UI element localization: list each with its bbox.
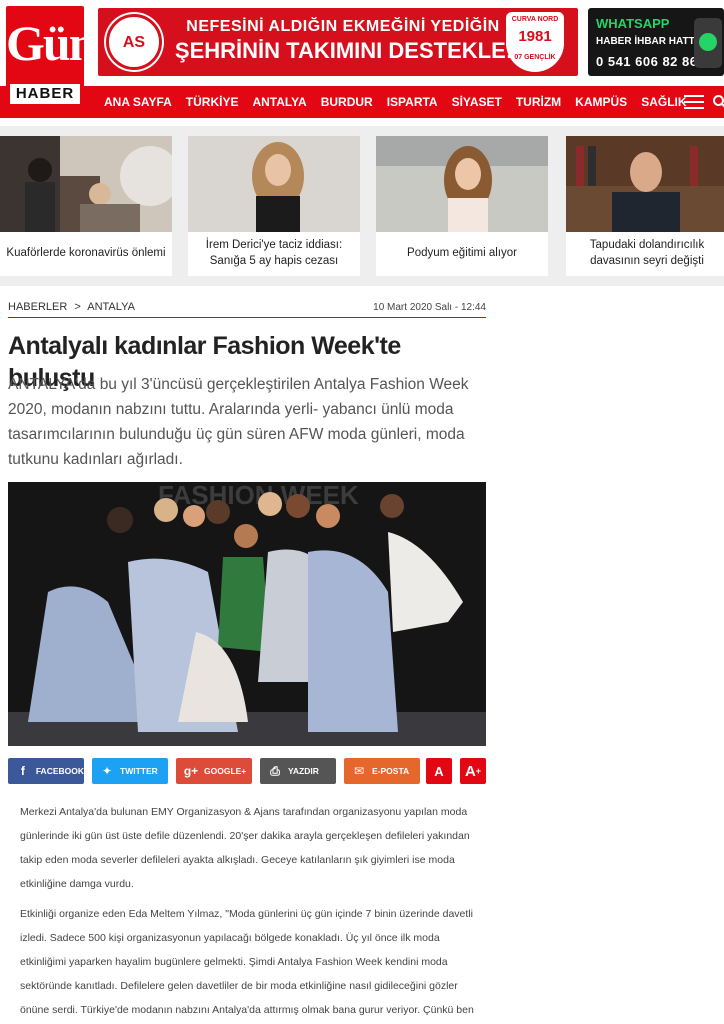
news-card[interactable]: İrem Derici'ye taciz iddiası: Sanığa 5 a… (188, 136, 360, 276)
header: Gün HABER AS NEFESİNİ ALDIĞIN EKMEĞİNİ Y… (0, 0, 724, 110)
article-body: Merkezi Antalya'da bulunan EMY Organizas… (20, 800, 480, 1024)
nav-item-kampus[interactable]: KAMPÜS (575, 95, 627, 109)
club-logo-icon: AS (106, 14, 162, 70)
envelope-icon: ✉ (353, 764, 365, 778)
whatsapp-phone: 0 541 606 82 86 (596, 54, 698, 69)
whatsapp-subtitle: HABER İHBAR HATTI (596, 36, 698, 47)
article-photo: FASHION WEEK (8, 482, 486, 746)
font-size-increase-button[interactable]: A + (460, 758, 486, 784)
nav-item-saglik[interactable]: SAĞLIK (641, 95, 686, 109)
breadcrumb-haberler[interactable]: HABERLER (8, 301, 67, 313)
logo-subtext: HABER (10, 84, 80, 104)
google-plus-icon: g+ (183, 764, 199, 778)
ad-banner[interactable]: AS NEFESİNİ ALDIĞIN EKMEĞİNİ YEDİĞİN ŞEH… (98, 8, 578, 76)
nav-item-turkiye[interactable]: TÜRKİYE (186, 95, 239, 109)
breadcrumb: HABERLER > ANTALYA (8, 301, 139, 313)
news-thumbnail (0, 136, 172, 232)
whatsapp-banner[interactable]: WHATSAPP HABER İHBAR HATTI 0 541 606 82 … (588, 8, 724, 76)
news-caption: Tapudaki dolandırıcılık davasının seyri … (589, 239, 705, 267)
news-caption: İrem Derici'ye taciz iddiası: Sanığa 5 a… (205, 239, 343, 267)
news-thumbnail (188, 136, 360, 232)
nav-item-turizm[interactable]: TURİZM (516, 95, 561, 109)
share-bar: f FACEBOOK ✦ TWITTER g+ GOOGLE+ ⎙ YAZDIR… (8, 758, 488, 784)
facebook-icon: f (20, 764, 25, 778)
print-button[interactable]: ⎙ YAZDIR (260, 758, 336, 784)
nav-item-isparta[interactable]: ISPARTA (387, 95, 438, 109)
facebook-share-button[interactable]: f FACEBOOK (8, 758, 84, 784)
nav-item-burdur[interactable]: BURDUR (321, 95, 373, 109)
logo-text: Gün (6, 15, 97, 71)
banner-line-2: ŞEHRİNİN TAKIMINI DESTEKLE! (174, 38, 514, 63)
nav-item-siyaset[interactable]: SİYASET (452, 95, 502, 109)
news-caption: Podyum eğitimi alıyor (407, 247, 517, 260)
breadcrumb-separator: > (74, 301, 81, 313)
email-share-button[interactable]: ✉ E-POSTA (344, 758, 420, 784)
search-icon[interactable] (712, 94, 724, 110)
related-news-strip: Kuaförlerde koronavirüs önlemi İrem Deri… (0, 126, 724, 286)
nav-item-antalya[interactable]: ANTALYA (252, 95, 306, 109)
news-thumbnail (566, 136, 724, 232)
nav-item-ana-sayfa[interactable]: ANA SAYFA (104, 95, 172, 109)
phone-icon (694, 18, 722, 68)
news-thumbnail (376, 136, 548, 232)
curva-nord-badge-icon: CURVA NORD 1981 07 GENÇLİK (506, 12, 564, 72)
twitter-share-button[interactable]: ✦ TWITTER (92, 758, 168, 784)
twitter-icon: ✦ (101, 764, 113, 778)
whatsapp-title: WHATSAPP (596, 16, 670, 31)
main-nav: ANA SAYFA TÜRKİYE ANTALYA BURDUR ISPARTA… (0, 86, 724, 118)
hamburger-menu-icon[interactable] (684, 95, 704, 110)
news-card[interactable]: Podyum eğitimi alıyor (376, 136, 548, 276)
banner-line-1: NEFESİNİ ALDIĞIN EKMEĞİNİ YEDİĞİN (186, 18, 500, 35)
article-paragraph: Etkinliği organize eden Eda Meltem Yılma… (20, 908, 474, 1016)
article-lead: ANTALYA'da bu yıl 3'üncüsü gerçekleştiri… (8, 376, 469, 468)
article-date: 10 Mart 2020 Salı - 12:44 (373, 302, 486, 313)
site-logo[interactable]: Gün HABER (6, 6, 97, 110)
font-size-decrease-button[interactable]: A (426, 758, 452, 784)
article-paragraph: Merkezi Antalya'da bulunan EMY Organizas… (20, 806, 470, 890)
printer-icon: ⎙ (270, 763, 280, 778)
news-caption: Kuaförlerde koronavirüs önlemi (6, 247, 166, 260)
news-card[interactable]: Kuaförlerde koronavirüs önlemi (0, 136, 172, 276)
news-card[interactable]: Tapudaki dolandırıcılık davasının seyri … (566, 136, 724, 276)
breadcrumb-antalya[interactable]: ANTALYA (87, 301, 135, 313)
article-header: HABERLER > ANTALYA 10 Mart 2020 Salı - 1… (8, 296, 486, 468)
google-plus-share-button[interactable]: g+ GOOGLE+ (176, 758, 252, 784)
